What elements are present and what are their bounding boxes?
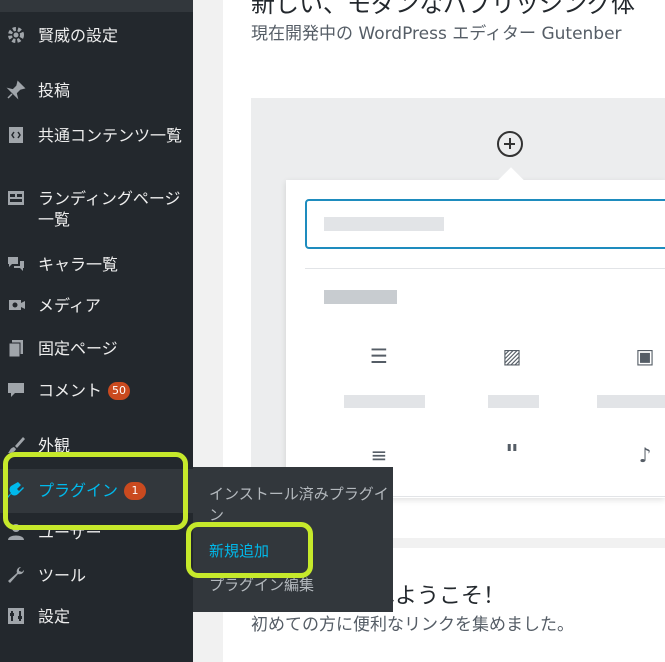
sidebar-item-label: ツール [38, 566, 87, 585]
add-new-highlight-box [186, 522, 313, 578]
comment-icon [6, 380, 26, 400]
block-label-bar [597, 395, 665, 408]
sidebar-item-label: メディア [38, 296, 101, 315]
sidebar-item-pages[interactable]: 固定ページ [0, 338, 193, 359]
speech-bubbles-icon [6, 254, 26, 274]
sidebar-item-media[interactable]: メディア [0, 295, 193, 316]
add-block-icon [497, 131, 523, 157]
media-icon [6, 295, 26, 315]
sidebar-item-posts[interactable]: 投稿 [0, 80, 193, 101]
editor-promo-header: 新しい、モダンなパブリッシング体 現在開発中の WordPress エディター … [223, 0, 665, 71]
sidebar-item-label: 共通コンテンツ一覧 [38, 126, 183, 145]
editor-promo-title: 新しい、モダンなパブリッシング体 [251, 0, 635, 18]
gear-icon [6, 25, 26, 45]
code-block-icon [6, 125, 26, 145]
image-block-icon: ▨ [502, 344, 522, 368]
paragraph-block-icon: ☰ [370, 344, 388, 368]
sidebar-item-comments[interactable]: コメント 50 [0, 380, 193, 401]
editor-promo-subtitle: 現在開発中の WordPress エディター Gutenber [251, 24, 622, 44]
sidebar-item-tools[interactable]: ツール [0, 565, 193, 586]
sidebar-item-settings[interactable]: 設定 [0, 606, 193, 627]
admin-sidebar: 賢威の設定 投稿 共通コンテンツ一覧 ランディングページ一覧 キャラ一覧 メディ… [0, 0, 193, 662]
pin-icon [6, 80, 26, 100]
sidebar-item-label: 賢威の設定 [38, 26, 119, 45]
sidebar-item-label: ランディングページ一覧 [38, 189, 181, 229]
sidebar-item-label: コメント [38, 381, 103, 400]
search-placeholder-bar [324, 217, 444, 231]
block-label-bar [344, 395, 425, 408]
sidebar-item-label: 固定ページ [38, 339, 118, 358]
sidebar-item-keni-settings[interactable]: 賢威の設定 [0, 25, 193, 46]
layout-icon [6, 188, 26, 208]
block-label-bar [488, 395, 539, 408]
sidebar-item-common-content[interactable]: 共通コンテンツ一覧 [0, 125, 193, 169]
submenu-installed-plugins[interactable]: インストール済みプラグイン [209, 484, 389, 526]
sidebar-item-landing-pages[interactable]: ランディングページ一覧 [0, 188, 193, 232]
sidebar-item-characters[interactable]: キャラ一覧 [0, 254, 193, 275]
category-heading-bar [324, 290, 397, 304]
gallery-block-icon: ▣ [635, 344, 655, 368]
settings-icon [6, 606, 26, 626]
comment-count-badge: 50 [108, 382, 131, 400]
submenu-plugin-editor[interactable]: プラグイン編集 [209, 575, 389, 596]
pages-icon [6, 338, 26, 358]
sidebar-item-label: キャラ一覧 [38, 255, 119, 274]
quote-block-icon: " [505, 440, 519, 470]
audio-block-icon: ♪ [638, 443, 652, 467]
sidebar-item-label: 設定 [38, 607, 71, 626]
welcome-subtitle: 初めての方に便利なリンクを集めました。 [251, 615, 574, 635]
sidebar-item-label: 投稿 [38, 81, 71, 100]
plugins-highlight-box [3, 452, 188, 530]
wrench-icon [6, 565, 26, 585]
list-block-icon: ≡ [370, 443, 388, 467]
